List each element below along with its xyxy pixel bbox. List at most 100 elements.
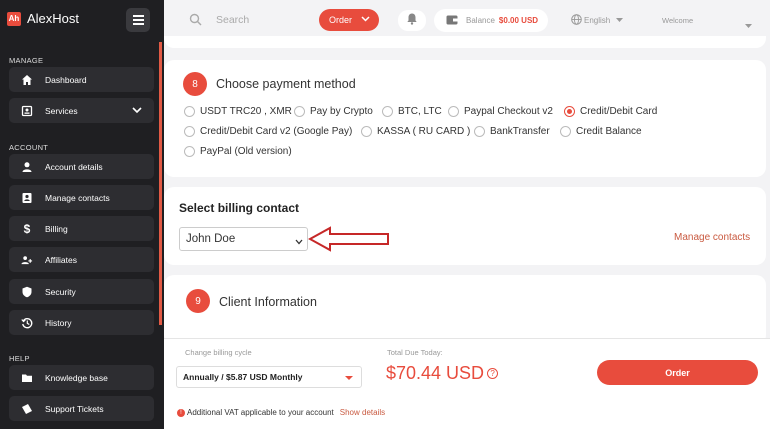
wallet-icon (446, 15, 458, 27)
payment-option-kassa[interactable]: KASSA ( RU CARD ) (361, 126, 470, 137)
radio-button[interactable] (184, 126, 195, 137)
payment-option-card[interactable]: Credit/Debit Card (564, 106, 657, 117)
payment-option-bank[interactable]: BankTransfer (474, 126, 550, 137)
option-label: KASSA ( RU CARD ) (377, 126, 471, 137)
language-label: English (584, 16, 611, 25)
sidebar-item-support-tickets[interactable]: Support Tickets (9, 396, 154, 421)
payment-option-usdt[interactable]: USDT TRC20 , XMR (184, 106, 292, 117)
notifications-button[interactable] (398, 10, 426, 31)
radio-button-selected[interactable] (564, 106, 575, 117)
sidebar-item-services[interactable]: Services (9, 98, 154, 123)
payment-option-paypal-v2[interactable]: Paypal Checkout v2 (448, 106, 553, 117)
red-arrow-annotation (307, 226, 392, 257)
section-label-account: ACCOUNT (9, 143, 49, 152)
sidebar-item-manage-contacts[interactable]: Manage contacts (9, 185, 154, 210)
question-icon[interactable]: ? (487, 368, 499, 379)
option-label: Paypal Checkout v2 (464, 106, 553, 117)
sidebar-item-label: Knowledge base (45, 372, 108, 383)
payment-option-btc[interactable]: BTC, LTC (382, 106, 442, 117)
globe-icon (571, 14, 582, 27)
section-label-manage: MANAGE (9, 56, 44, 65)
option-label: Credit/Debit Card v2 (Google Pay) (200, 126, 353, 137)
sidebar-item-dashboard[interactable]: Dashboard (9, 67, 154, 92)
sidebar-item-account-details[interactable]: Account details (9, 154, 154, 179)
alert-icon: ! (177, 408, 185, 417)
language-selector[interactable]: English (571, 14, 624, 27)
sidebar-item-label: Affiliates (45, 254, 77, 265)
caret-down-icon (616, 16, 624, 25)
payment-option-credit-balance[interactable]: Credit Balance (560, 126, 642, 137)
sidebar-item-affiliates[interactable]: Affiliates (9, 247, 154, 272)
step-badge: 8 (183, 72, 207, 96)
search-icon[interactable] (189, 13, 202, 31)
payment-method-title: Choose payment method (216, 77, 356, 91)
option-label: PayPal (Old version) (200, 146, 292, 157)
client-info-card (164, 275, 766, 345)
vat-notice: ! Additional VAT applicable to your acco… (177, 408, 385, 417)
manage-contacts-link[interactable]: Manage contacts (674, 232, 750, 243)
radio-button[interactable] (560, 126, 571, 137)
brand[interactable]: Ah AlexHost (7, 11, 79, 26)
previous-section-card (164, 36, 766, 48)
sidebar-item-billing[interactable]: $ Billing (9, 216, 154, 241)
sidebar-item-label: Services (45, 105, 78, 116)
order-button[interactable]: Order (597, 360, 758, 385)
total-due-label: Total Due Today: (387, 348, 443, 357)
sidebar-item-label: Dashboard (45, 74, 87, 85)
step-badge: 9 (186, 289, 210, 313)
section-label-help: HELP (9, 354, 30, 363)
caret-down-icon (345, 376, 353, 380)
payment-option-crypto[interactable]: Pay by Crypto (294, 106, 373, 117)
vat-text: Additional VAT applicable to your accoun… (187, 408, 334, 417)
payment-option-card-v2[interactable]: Credit/Debit Card v2 (Google Pay) (184, 126, 352, 137)
billing-contact-select[interactable]: John Doe (179, 227, 308, 251)
sidebar-item-label: History (45, 317, 72, 328)
order-dropdown-button[interactable]: Order (319, 9, 379, 31)
radio-button[interactable] (294, 106, 305, 117)
search-input[interactable]: Search (216, 14, 249, 26)
bell-icon (406, 12, 418, 30)
balance-label: Balance (466, 16, 495, 25)
billing-contact-value: John Doe (186, 233, 236, 245)
alexhost-logo: Ah (7, 11, 21, 26)
menu-toggle-button[interactable] (126, 8, 150, 32)
show-details-link[interactable]: Show details (340, 408, 385, 417)
welcome-user-menu[interactable]: Welcome (662, 16, 693, 25)
sidebar-item-label: Support Tickets (45, 403, 104, 414)
radio-button[interactable] (448, 106, 459, 117)
order-button-label: Order (329, 15, 353, 25)
radio-button[interactable] (184, 146, 195, 157)
dollar-icon: $ (23, 221, 31, 236)
sidebar-item-security[interactable]: Security (9, 279, 154, 304)
sidebar-scrollbar[interactable] (159, 42, 162, 325)
total-due: $70.44 USD ? (386, 363, 499, 384)
balance-widget[interactable]: Balance $0.00 USD (434, 9, 548, 32)
sidebar-item-label: Account details (45, 161, 103, 172)
balance-value: $0.00 USD (498, 16, 539, 25)
radio-button[interactable] (361, 126, 372, 137)
option-label: Pay by Crypto (310, 106, 373, 117)
option-label: Credit/Debit Card (580, 106, 658, 117)
caret-down-icon[interactable] (745, 16, 752, 34)
client-info-title: Client Information (219, 295, 317, 309)
brand-name: AlexHost (27, 11, 80, 26)
person-icon (21, 161, 33, 173)
payment-option-paypal-old[interactable]: PayPal (Old version) (184, 146, 292, 157)
services-icon (21, 105, 33, 117)
billing-cycle-select[interactable]: Annually / $5.87 USD Monthly (176, 366, 362, 388)
sidebar-item-history[interactable]: History (9, 310, 154, 335)
option-label: BTC, LTC (398, 106, 442, 117)
billing-cycle-label: Change billing cycle (185, 348, 252, 357)
total-due-value: $70.44 USD (386, 363, 485, 383)
radio-button[interactable] (382, 106, 393, 117)
sidebar-item-knowledge-base[interactable]: Knowledge base (9, 365, 154, 390)
contacts-icon (21, 192, 33, 204)
radio-button[interactable] (184, 106, 195, 117)
chevron-down-icon (361, 15, 370, 25)
option-label: USDT TRC20 , XMR (200, 106, 292, 117)
chevron-down-icon (132, 106, 142, 116)
shield-icon (21, 286, 33, 298)
radio-button[interactable] (474, 126, 485, 137)
billing-cycle-value: Annually / $5.87 USD Monthly (183, 372, 303, 382)
sidebar-item-label: Manage contacts (45, 192, 110, 203)
